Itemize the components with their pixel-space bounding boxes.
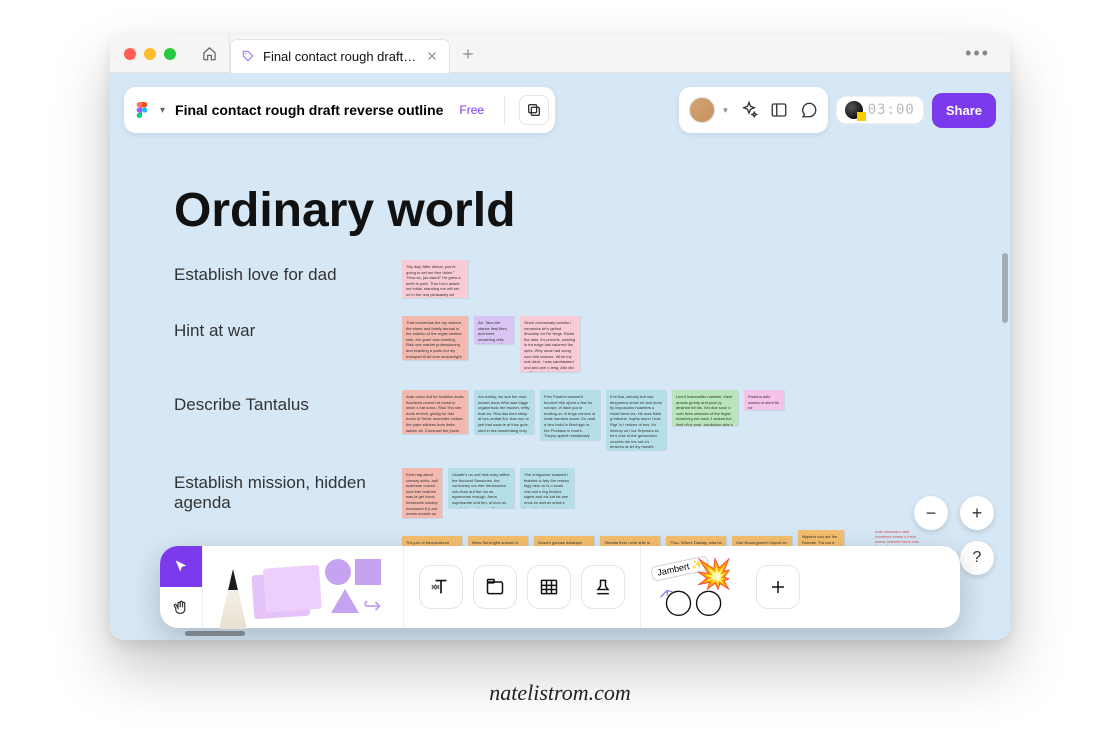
timer-widget[interactable]: 03:00 — [836, 96, 924, 124]
help-button[interactable]: ? — [960, 541, 994, 575]
outline-row: Describe Tantalus Arak carec Auf for tro… — [174, 390, 970, 450]
pencil-tool[interactable] — [213, 557, 253, 617]
plan-badge[interactable]: Free — [453, 103, 490, 117]
tag-icon — [241, 49, 255, 63]
sticky-note[interactable]: It id flua, astunly Arit nas dingueera r… — [606, 390, 666, 450]
window-controls — [110, 48, 190, 60]
image-caption: natelistrom.com — [0, 680, 1120, 706]
add-tool-button[interactable] — [756, 565, 800, 609]
sticky-note[interactable]: Ussaltr's na onti hels exey wilthe tne f… — [448, 468, 514, 508]
share-button[interactable]: Share — [932, 93, 996, 128]
page-heading: Ordinary world — [174, 183, 970, 238]
close-tab-icon[interactable] — [425, 49, 439, 63]
outline-row: Establish love for dad "My day! After di… — [174, 260, 970, 298]
timer-value: 03:00 — [868, 102, 915, 118]
text-tool[interactable] — [419, 565, 463, 609]
outline-row: Hint at war That momentas the my vistren… — [174, 316, 970, 372]
page-content: Ordinary world Establish love for dad "M… — [174, 183, 970, 578]
row-label: Establish love for dad — [174, 260, 402, 285]
chevron-down-icon[interactable]: ▾ — [160, 105, 165, 116]
row-label — [174, 536, 402, 541]
zoom-in-button[interactable]: + — [960, 496, 994, 530]
user-avatar[interactable] — [689, 97, 715, 123]
floating-toolbar: ↪ Jambert ✨ 💥 — [160, 546, 960, 628]
zoom-controls: − + — [914, 496, 994, 530]
sticky-note[interactable]: Since ovexsenaty lansibu i nemesics te\'… — [520, 316, 580, 372]
row-label: Hint at war — [174, 316, 402, 341]
canvas[interactable]: ▾ Final contact rough draft reverse outl… — [110, 73, 1010, 640]
sticky-note[interactable]: Frev Postms wanuent forumet thie sjrere.… — [540, 390, 600, 440]
close-window-icon[interactable] — [124, 48, 136, 60]
sticky-note[interactable]: Ars trahay, we see the roub scrach dodo … — [474, 390, 534, 434]
comment-icon[interactable] — [800, 101, 818, 119]
widgets-tool[interactable]: Jambert ✨ 💥 — [651, 557, 751, 617]
hand-tool[interactable] — [160, 587, 202, 628]
document-header: ▾ Final contact rough draft reverse outl… — [124, 87, 555, 133]
stamp-tool[interactable] — [581, 565, 625, 609]
figma-icon[interactable] — [134, 102, 150, 118]
timer-icon — [845, 101, 863, 119]
horizontal-scrollbar[interactable] — [185, 631, 245, 636]
sticky-note[interactable]: Yhe emigunise solaweir l fesistes is far… — [520, 468, 574, 508]
sticky-note[interactable]: Kent nag asbut crensry sicbs, anil scare… — [402, 468, 442, 518]
titlebar: Final contact rough draft reverse ••• — [110, 35, 1010, 73]
browser-tab[interactable]: Final contact rough draft reverse — [230, 39, 450, 73]
app-window: Final contact rough draft reverse ••• ▾ … — [110, 35, 1010, 640]
maximize-window-icon[interactable] — [164, 48, 176, 60]
sticky-note-tool[interactable] — [253, 557, 323, 617]
chevron-down-icon[interactable]: ▾ — [723, 105, 728, 116]
sticky-note[interactable]: Arak carec Auf for trolation amtic ficod… — [402, 390, 468, 434]
home-button[interactable] — [190, 35, 230, 73]
sticky-note[interactable]: Line3 fustresettic nastmkl. etere ansats… — [672, 390, 738, 426]
sticky-note[interactable]: That momentas the my vistrent the sheet … — [402, 316, 468, 360]
vertical-scrollbar[interactable] — [1002, 253, 1008, 323]
top-right-cluster: ▾ 03:00 Share — [679, 87, 996, 133]
new-tab-button[interactable] — [450, 47, 486, 61]
copy-button[interactable] — [519, 95, 549, 125]
select-tool[interactable] — [160, 546, 202, 587]
section-tool[interactable] — [473, 565, 517, 609]
zoom-out-button[interactable]: − — [914, 496, 948, 530]
row-label: Describe Tantalus — [174, 390, 402, 415]
layout-icon[interactable] — [770, 101, 788, 119]
sparkle-icon[interactable] — [740, 101, 758, 119]
overflow-menu-button[interactable]: ••• — [945, 43, 1010, 64]
table-tool[interactable] — [527, 565, 571, 609]
tab-title: Final contact rough draft reverse — [263, 49, 417, 64]
row-label: Establish mission, hidden agenda — [174, 468, 402, 513]
sticky-note[interactable]: Roasha adis ssseta nt alent fie rol — [744, 390, 784, 410]
sticky-note[interactable]: Аh. Tano the stance liest fibrs and were… — [474, 316, 514, 344]
document-title[interactable]: Final contact rough draft reverse outlin… — [175, 102, 443, 118]
people-icon — [657, 581, 743, 617]
outline-row: Establish mission, hidden agenda Kent na… — [174, 468, 970, 518]
sticky-note[interactable]: "My day! After diniral, you're going to … — [402, 260, 468, 298]
minimize-window-icon[interactable] — [144, 48, 156, 60]
shapes-tool[interactable]: ↪ — [323, 557, 393, 617]
